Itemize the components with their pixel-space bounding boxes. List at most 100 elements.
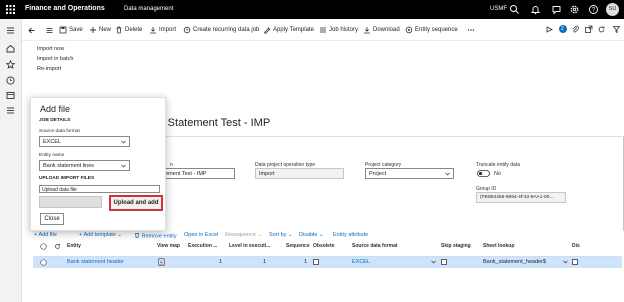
row-dis-checkbox[interactable] <box>572 259 578 265</box>
close-button[interactable]: Close <box>40 213 64 225</box>
row-source-format[interactable]: EXCEL <box>352 259 370 265</box>
save-button[interactable]: Save <box>59 25 83 35</box>
trash-icon <box>116 26 122 34</box>
notifications-bell-icon[interactable] <box>530 4 541 15</box>
back-arrow-icon[interactable] <box>27 26 36 35</box>
download-button[interactable]: Download <box>363 25 400 35</box>
workspaces-icon[interactable] <box>5 90 16 101</box>
column-header-sequence[interactable]: Sequence <box>286 243 310 249</box>
add-template-label: Add template <box>83 232 116 238</box>
chevron-down-icon <box>121 140 126 144</box>
open-new-window-icon[interactable] <box>584 25 593 34</box>
modules-list-icon[interactable] <box>5 105 16 116</box>
job-history-label: Job history <box>329 27 359 33</box>
truncate-value: No <box>494 171 502 177</box>
sort-by-label: Sort by <box>269 232 287 238</box>
settings-gear-icon[interactable] <box>569 4 580 15</box>
source-format-select[interactable]: EXCEL <box>39 136 130 147</box>
group-id-field: {FB0B4456-9694-4F43-9AA1-00... <box>476 192 566 203</box>
entity-name-select[interactable]: Bank statement lines <box>39 160 130 171</box>
column-header-view-map[interactable]: View map <box>157 243 180 249</box>
delete-button[interactable]: Delete <box>115 25 142 35</box>
history-list-icon <box>320 27 326 33</box>
project-category-value: Project <box>369 170 387 177</box>
trash-icon <box>135 233 139 238</box>
entity-name-label: Entity name <box>39 153 65 158</box>
column-header-obsolete[interactable]: Obsolete <box>313 243 334 249</box>
chat-icon[interactable] <box>551 4 562 15</box>
resequence-link: Resequence ⌄ <box>225 232 263 238</box>
add-file-link[interactable]: + Add file <box>34 232 57 241</box>
dialog-title: Add file <box>40 104 71 114</box>
sort-by-link[interactable]: Sort by ⌄ <box>269 232 293 241</box>
apply-template-button[interactable]: Apply Template <box>263 25 314 35</box>
chevron-down-icon <box>121 164 126 168</box>
menu-item-import-now[interactable]: Import now <box>37 46 64 52</box>
disable-link[interactable]: Disable ⌄ <box>299 232 323 241</box>
column-header-dis[interactable]: Dis <box>572 243 580 249</box>
row-level: 1 <box>263 259 267 265</box>
favorites-star-icon[interactable] <box>5 59 16 70</box>
remove-entity-link[interactable]: Remove entity <box>134 232 177 241</box>
hamburger-menu-icon[interactable] <box>5 25 16 36</box>
row-select-radio[interactable] <box>40 259 47 266</box>
save-label: Save <box>69 27 83 33</box>
refresh-grid-icon[interactable] <box>54 243 61 250</box>
chevron-down-icon <box>445 172 450 176</box>
menu-item-re-import[interactable]: Re-import <box>37 66 61 72</box>
template-icon <box>263 27 271 34</box>
add-template-link[interactable]: + Add template ⌄ <box>79 232 122 241</box>
new-button[interactable]: New <box>89 25 111 35</box>
chevron-down-icon[interactable] <box>563 260 568 264</box>
operation-type-field: Import <box>255 168 344 179</box>
help-icon[interactable]: ? <box>588 4 599 15</box>
select-all-radio[interactable] <box>40 243 47 250</box>
column-header-level[interactable]: Level in executi... <box>229 243 270 249</box>
column-header-source-format[interactable]: Source data format <box>352 243 398 249</box>
name-field[interactable]: tatement Test - IMP <box>155 168 235 179</box>
open-in-excel-link[interactable]: Open in Excel <box>184 232 218 241</box>
column-header-sheet-lookup[interactable]: Sheet lookup <box>483 243 514 249</box>
more-options-icon[interactable] <box>467 26 475 34</box>
source-format-label: Source data format <box>39 129 80 134</box>
search-icon[interactable] <box>509 4 520 15</box>
menu-item-import-in-batch[interactable]: Import in batch <box>37 56 73 62</box>
app-launcher-icon[interactable] <box>4 3 17 16</box>
file-path-box <box>39 196 102 208</box>
column-header-skip-staging[interactable]: Skip staging <box>441 243 471 249</box>
truncate-label: Truncate entity data <box>476 162 521 168</box>
view-map-icon[interactable] <box>158 258 165 266</box>
truncate-toggle[interactable] <box>477 170 490 177</box>
row-entity-link[interactable]: Bank statement header <box>67 259 124 265</box>
column-header-execution[interactable]: Execution ... <box>188 243 217 249</box>
column-header-entity[interactable]: Entity <box>67 243 81 249</box>
chevron-down-icon[interactable] <box>431 260 436 264</box>
power-apps-icon[interactable] <box>545 25 554 34</box>
recurring-label: Create recurring data job <box>193 27 260 33</box>
upload-data-file-field[interactable]: Upload data file <box>39 185 160 193</box>
import-button[interactable]: Import <box>149 25 176 35</box>
job-history-button[interactable]: Job history <box>319 25 358 35</box>
app-title[interactable]: Finance and Operations <box>25 5 105 12</box>
create-recurring-data-job-button[interactable]: Create recurring data job <box>183 25 259 35</box>
import-icon <box>150 27 156 34</box>
refresh-icon[interactable] <box>597 25 606 34</box>
filter-icon[interactable] <box>612 25 621 34</box>
action-menu-icon[interactable] <box>45 26 54 35</box>
save-icon <box>59 26 67 34</box>
recent-clock-icon[interactable] <box>5 75 16 86</box>
company-picker[interactable]: USMF <box>490 6 507 12</box>
row-sheet-lookup[interactable]: Bank_statement_header$ <box>483 259 546 265</box>
project-category-select[interactable]: Project <box>365 168 454 179</box>
entity-attribute-link[interactable]: Entity attribute <box>333 232 368 241</box>
home-icon[interactable] <box>5 43 16 54</box>
download-label: Download <box>373 27 400 33</box>
row-skip-staging-checkbox[interactable] <box>441 259 447 265</box>
user-avatar[interactable]: SU <box>606 3 619 16</box>
attachments-icon[interactable] <box>571 25 580 34</box>
entity-sequence-button[interactable]: Entity sequence <box>405 25 458 35</box>
download-icon <box>364 27 370 34</box>
upload-and-add-button[interactable]: Upload and add <box>109 195 163 211</box>
resequence-label: Resequence <box>225 232 256 238</box>
row-obsolete-checkbox[interactable] <box>313 259 319 265</box>
